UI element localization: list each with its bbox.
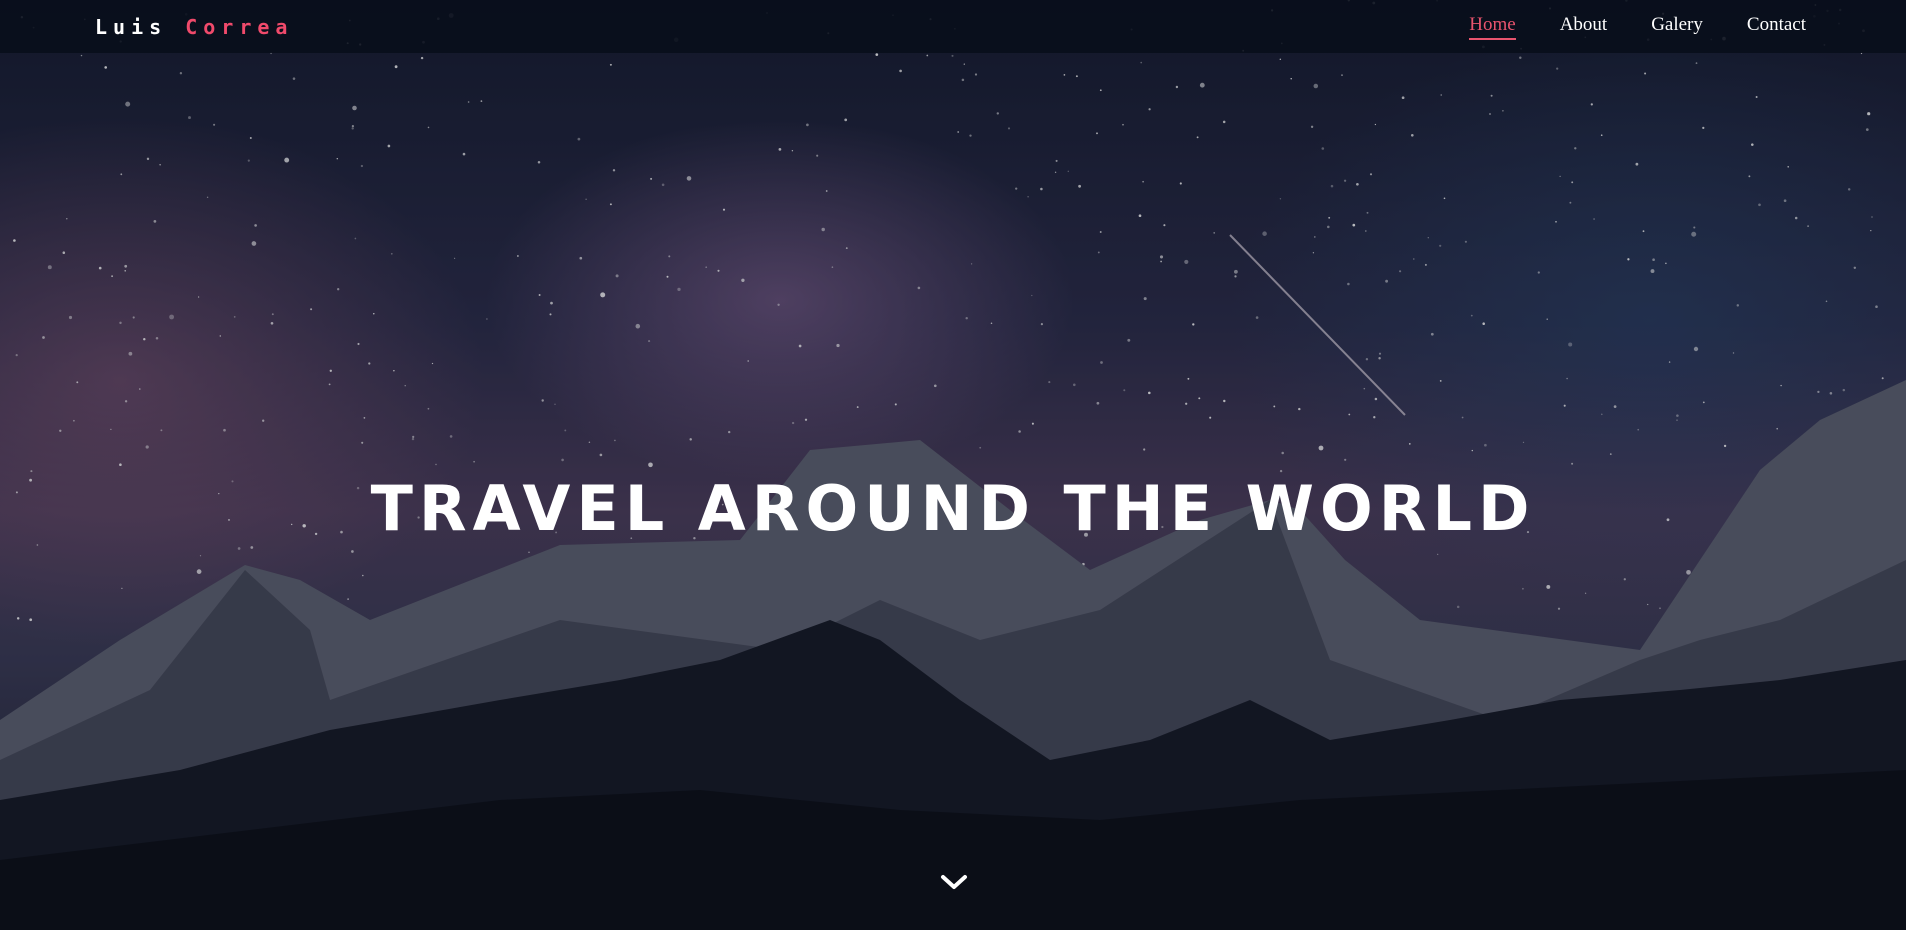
nav-links: Home About Galery Contact [1469,14,1806,40]
top-navbar: Luis Correa Home About Galery Contact [0,0,1906,53]
hero-headline: TRAVEL AROUND THE WORLD [370,471,1536,545]
dark-overlay [0,0,1906,930]
nav-link-galery[interactable]: Galery [1651,14,1703,40]
nav-link-contact[interactable]: Contact [1747,14,1806,40]
nav-link-home[interactable]: Home [1469,14,1516,40]
nav-link-about[interactable]: About [1560,14,1608,40]
site-logo[interactable]: Luis Correa [95,15,293,39]
logo-first-name: Luis [95,15,168,39]
chevron-down-icon[interactable] [938,872,970,894]
hero-section: Luis Correa Home About Galery Contact TR… [0,0,1906,930]
logo-last-name: Correa [185,15,294,39]
